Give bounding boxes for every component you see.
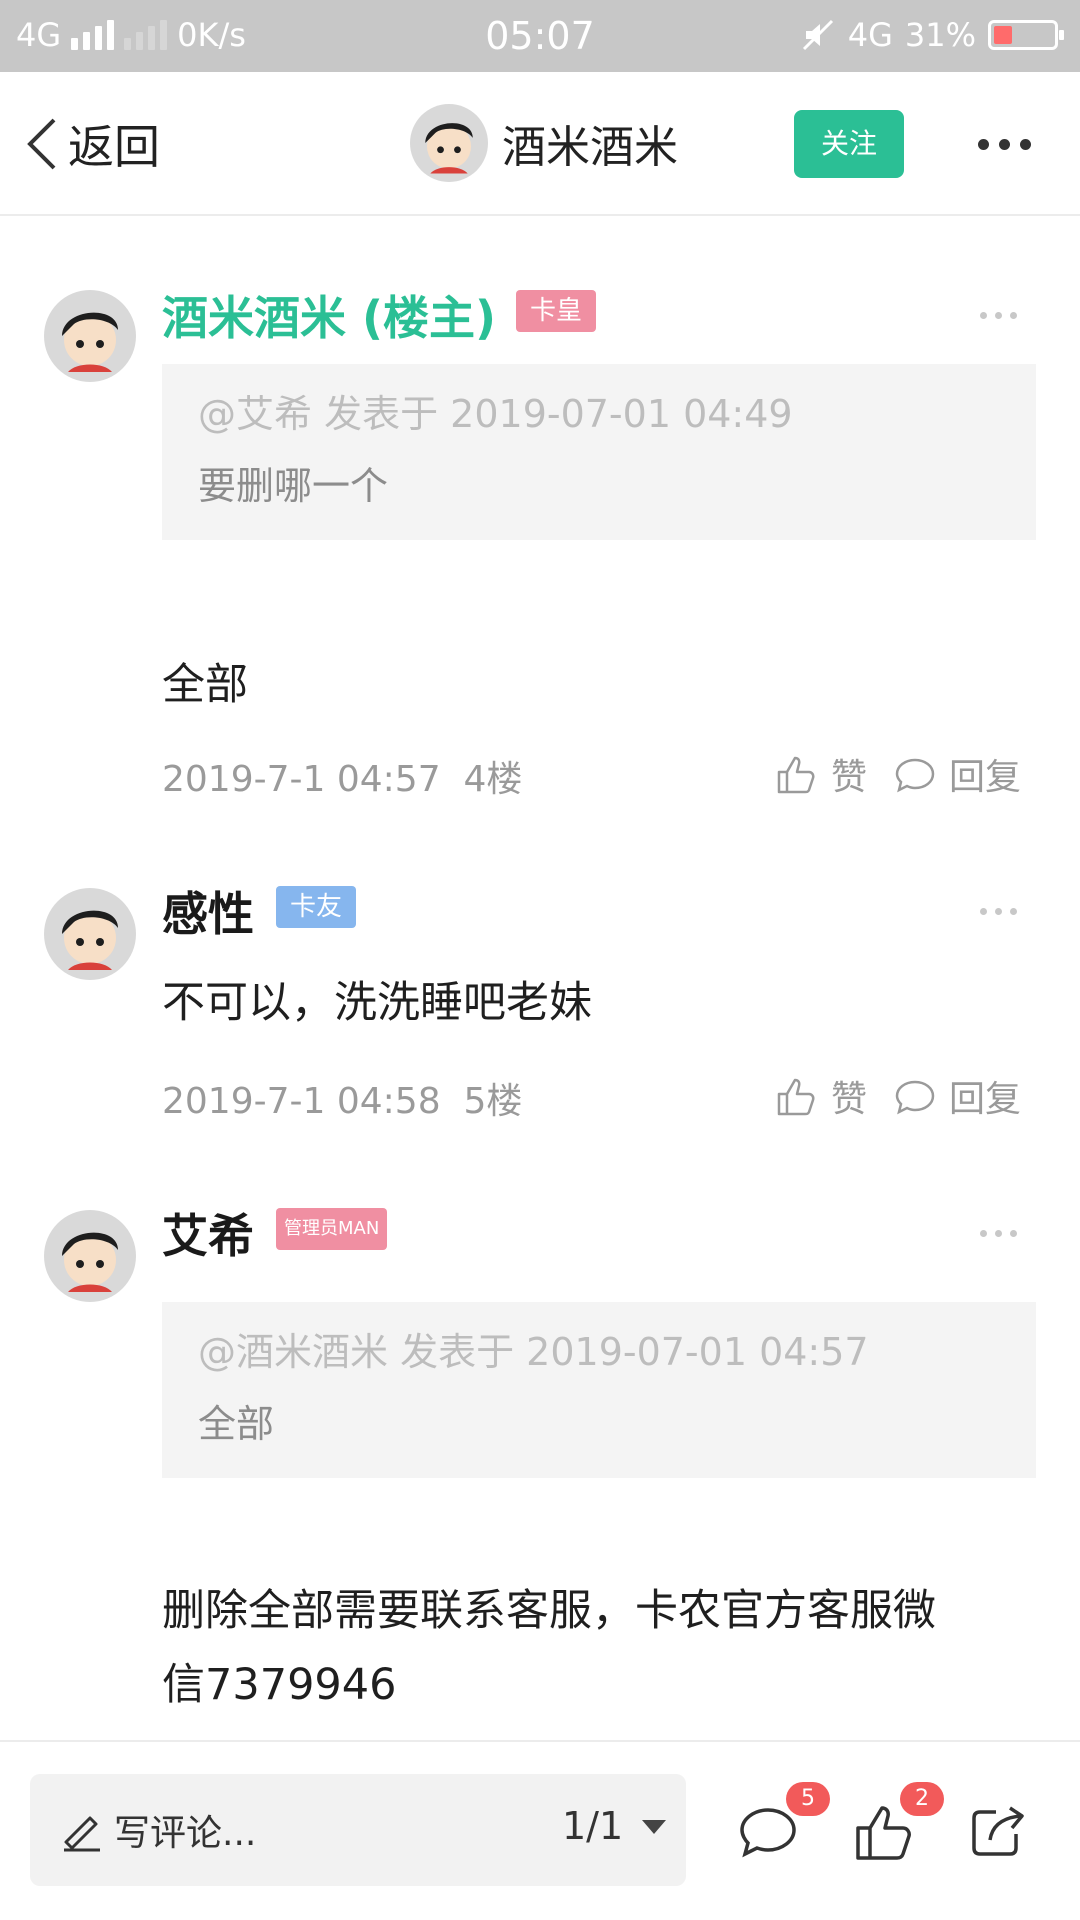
post-text: 全部	[162, 660, 248, 710]
quote-header: @酒米酒米 发表于 2019-07-01 04:57	[198, 1330, 869, 1374]
like-button[interactable]: 赞	[775, 1070, 867, 1122]
battery-percent: 31%	[904, 16, 976, 54]
avatar[interactable]	[44, 290, 136, 382]
avatar[interactable]	[44, 888, 136, 980]
quoted-reply: @艾希 发表于 2019-07-01 04:49 要删哪一个	[162, 364, 1036, 540]
header-author[interactable]: 酒米酒米	[410, 104, 678, 182]
post-text-line: 信7379946	[162, 1660, 397, 1710]
comment-icon	[895, 758, 935, 793]
post-text: 不可以，洗洗睡吧老妹	[162, 978, 592, 1028]
bottom-action-bar: 写评论... 1/1 5 2	[0, 1740, 1080, 1920]
post-username[interactable]: 感性	[162, 878, 254, 944]
thread-content: 酒米酒米 (楼主) 卡皇 @艾希 发表于 2019-07-01 04:49 要删…	[0, 218, 1080, 1740]
thumbs-up-icon	[777, 1078, 815, 1116]
quote-body: 全部	[198, 1402, 275, 1446]
follow-button[interactable]: 关注	[794, 110, 904, 178]
user-badge: 卡友	[276, 886, 357, 928]
share-button[interactable]	[966, 1800, 1030, 1864]
status-right: 4G 31%	[800, 16, 1064, 54]
more-icon[interactable]	[978, 122, 1078, 166]
post-more-icon[interactable]	[980, 908, 1017, 915]
post-text: 删除全部需要联系客服，卡农官方客服微 信7379946	[162, 1574, 1042, 1722]
network-type-right: 4G	[847, 16, 893, 54]
post-more-icon[interactable]	[980, 312, 1017, 319]
quote-header: @艾希 发表于 2019-07-01 04:49	[198, 392, 793, 436]
back-button[interactable]: 返回	[22, 112, 160, 176]
battery-icon	[988, 20, 1064, 50]
reply-button[interactable]: 回复	[893, 748, 1021, 800]
like-label: 赞	[831, 757, 868, 798]
post-item: 感性 卡友 不可以，洗洗睡吧老妹 2019-7-1 04:58 5楼 赞 回复	[0, 878, 1080, 1198]
post-floor: 4楼	[463, 759, 523, 800]
comment-input[interactable]: 写评论... 1/1	[30, 1774, 686, 1886]
avatar[interactable]	[44, 1210, 136, 1302]
post-actions: 赞 回复	[775, 748, 1021, 800]
quote-body: 要删哪一个	[198, 464, 389, 508]
battery-level	[994, 26, 1012, 44]
share-icon	[972, 1806, 1024, 1856]
comment-count-badge: 5	[786, 1782, 830, 1816]
post-item: 艾希 管理员MAN @酒米酒米 发表于 2019-07-01 04:57 全部 …	[0, 1200, 1080, 1740]
post-timestamp: 2019-7-1 04:58	[162, 1081, 441, 1122]
like-label: 赞	[831, 1079, 868, 1120]
dot	[999, 138, 1010, 150]
like-button[interactable]: 赞	[775, 748, 867, 800]
post-timestamp: 2019-7-1 04:57	[162, 759, 441, 800]
back-label: 返回	[68, 120, 160, 174]
post-actions: 赞 回复	[775, 1070, 1021, 1122]
dot	[1020, 138, 1031, 150]
post-username[interactable]: 酒米酒米 (楼主)	[162, 282, 496, 348]
mute-icon	[802, 19, 833, 51]
user-badge: 管理员MAN	[276, 1208, 388, 1250]
post-item: 酒米酒米 (楼主) 卡皇 @艾希 发表于 2019-07-01 04:49 要删…	[0, 218, 1080, 878]
header-author-name: 酒米酒米	[502, 122, 678, 173]
post-text-line: 删除全部需要联系客服，卡农官方客服微	[162, 1586, 936, 1636]
thumbs-up-icon	[777, 756, 815, 794]
post-floor: 5楼	[463, 1081, 523, 1122]
dot	[978, 138, 989, 150]
quoted-reply: @酒米酒米 发表于 2019-07-01 04:57 全部	[162, 1302, 1036, 1478]
caret-down-icon[interactable]	[642, 1820, 666, 1834]
reply-label: 回复	[949, 757, 1022, 798]
reply-label: 回复	[949, 1079, 1022, 1120]
user-badge: 卡皇	[516, 290, 597, 332]
post-meta: 2019-7-1 04:58 5楼	[162, 1072, 522, 1124]
pencil-icon	[64, 1816, 100, 1852]
status-bar: 4G 0K/s 05:07 4G 31%	[0, 0, 1080, 72]
reply-button[interactable]: 回复	[893, 1070, 1021, 1122]
top-nav-bar: 返回 酒米酒米 关注	[0, 72, 1080, 216]
like-count-badge: 2	[900, 1782, 944, 1816]
comment-placeholder: 写评论...	[114, 1813, 257, 1854]
post-meta: 2019-7-1 04:57 4楼	[162, 750, 522, 802]
comment-icon	[895, 1080, 935, 1115]
page-indicator[interactable]: 1/1	[562, 1804, 623, 1848]
post-username[interactable]: 艾希	[162, 1200, 254, 1266]
chevron-left-icon	[27, 118, 56, 170]
avatar	[410, 104, 488, 182]
post-more-icon[interactable]	[980, 1230, 1017, 1237]
